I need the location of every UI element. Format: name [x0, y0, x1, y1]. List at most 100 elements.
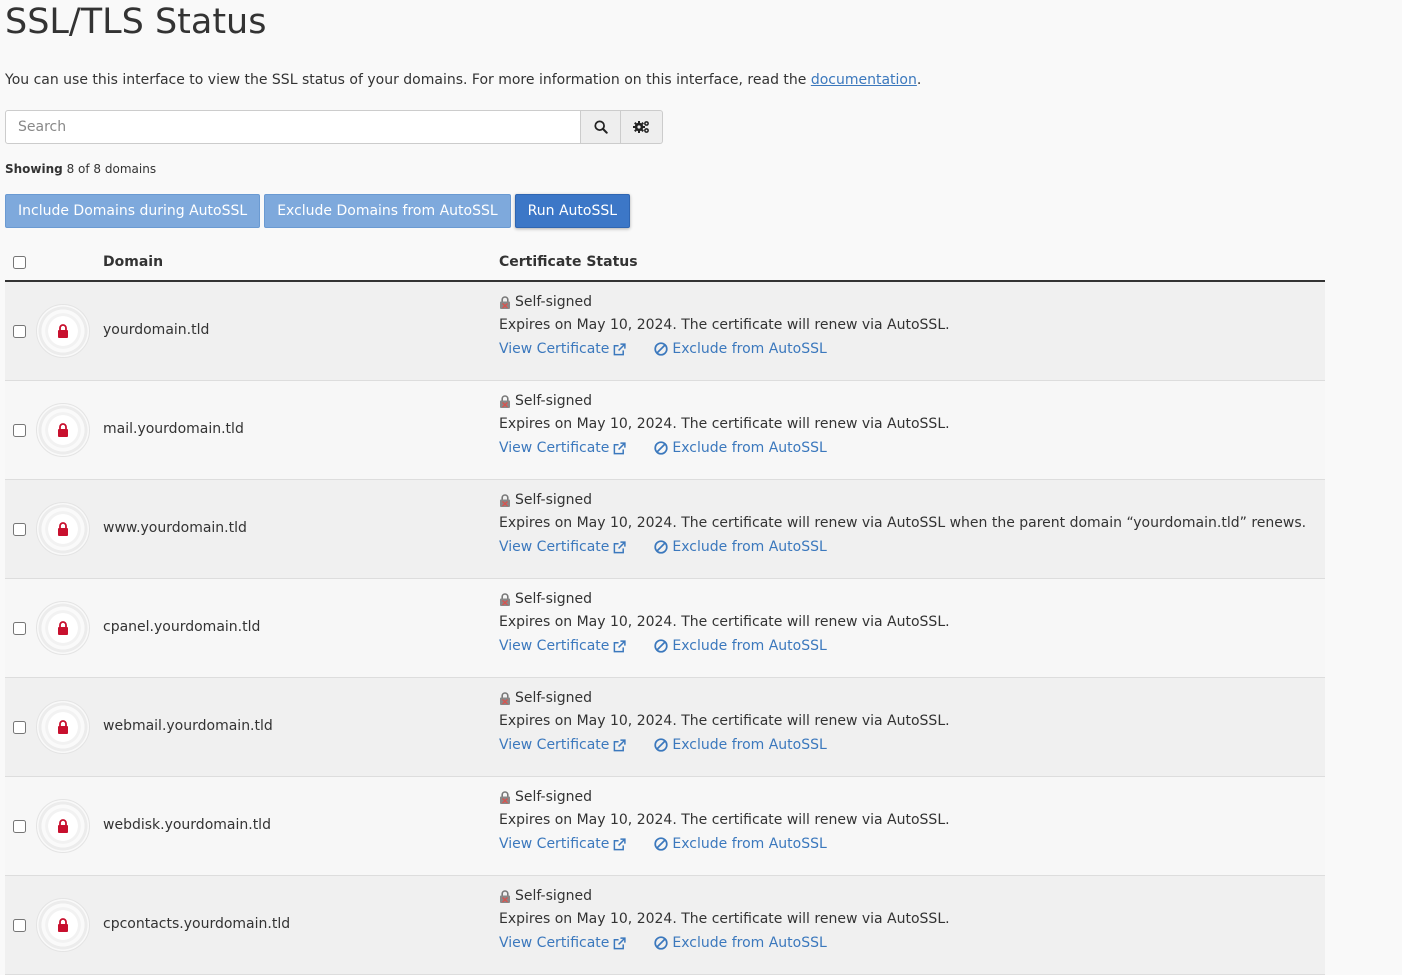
table-row: webdisk.yourdomain.tld Self-signed Expires… — [5, 777, 1325, 876]
certificate-status: Self-signed Expires on May 10, 2024. The … — [499, 294, 950, 357]
exclude-from-autossl-link[interactable]: Exclude from AutoSSL — [654, 539, 827, 555]
domain-column-header[interactable]: Domain — [103, 254, 163, 270]
row-checkbox[interactable] — [13, 523, 26, 536]
row-checkbox[interactable] — [13, 424, 26, 437]
domain-name: yourdomain.tld — [103, 322, 210, 338]
certificate-status: Self-signed Expires on May 10, 2024. The … — [499, 789, 950, 852]
view-certificate-link[interactable]: View Certificate — [499, 539, 627, 555]
documentation-link[interactable]: documentation — [811, 72, 917, 88]
intro-text: You can use this interface to view the S… — [5, 72, 921, 88]
result-count: Showing 8 of 8 domains — [5, 162, 156, 176]
certificate-type: Self-signed — [515, 591, 593, 607]
showing-count: 8 of 8 domains — [66, 162, 157, 176]
search-bar — [5, 110, 663, 144]
settings-button[interactable] — [621, 110, 663, 144]
ban-icon — [654, 639, 669, 653]
view-certificate-link[interactable]: View Certificate — [499, 836, 627, 852]
expiry-text: Expires on May 10, 2024. The certificate… — [499, 317, 950, 333]
view-certificate-link[interactable]: View Certificate — [499, 737, 627, 753]
exclude-from-autossl-link[interactable]: Exclude from AutoSSL — [654, 737, 827, 753]
external-link-icon — [613, 540, 627, 554]
exclude-label: Exclude from AutoSSL — [672, 539, 827, 555]
table-body: yourdomain.tld Self-signed Expires on May … — [5, 282, 1325, 975]
certificate-type: Self-signed — [515, 888, 593, 904]
external-link-icon — [613, 837, 627, 851]
view-certificate-label: View Certificate — [499, 935, 610, 951]
view-certificate-link[interactable]: View Certificate — [499, 935, 627, 951]
ban-icon — [654, 936, 669, 950]
ban-icon — [654, 837, 669, 851]
exclude-from-autossl-link[interactable]: Exclude from AutoSSL — [654, 440, 827, 456]
exclude-label: Exclude from AutoSSL — [672, 836, 827, 852]
expiry-text: Expires on May 10, 2024. The certificate… — [499, 911, 950, 927]
include-domains-button[interactable]: Include Domains during AutoSSL — [5, 194, 261, 228]
autossl-actions: Include Domains during AutoSSL Exclude D… — [5, 194, 631, 228]
status-column-header[interactable]: Certificate Status — [499, 254, 638, 270]
select-all-checkbox[interactable] — [13, 256, 26, 269]
view-certificate-link[interactable]: View Certificate — [499, 440, 627, 456]
lock-icon — [36, 502, 90, 556]
external-link-icon — [613, 639, 627, 653]
exclude-label: Exclude from AutoSSL — [672, 440, 827, 456]
lock-icon — [36, 799, 90, 853]
search-input[interactable] — [5, 110, 581, 144]
lock-icon — [36, 898, 90, 952]
self-signed-lock-icon — [499, 295, 511, 309]
table-row: cpanel.yourdomain.tld Self-signed Expires … — [5, 579, 1325, 678]
page-title: SSL/TLS Status — [5, 2, 267, 42]
view-certificate-link[interactable]: View Certificate — [499, 638, 627, 654]
row-checkbox[interactable] — [13, 820, 26, 833]
expiry-text: Expires on May 10, 2024. The certificate… — [499, 713, 950, 729]
view-certificate-label: View Certificate — [499, 539, 610, 555]
exclude-label: Exclude from AutoSSL — [672, 638, 827, 654]
ban-icon — [654, 441, 669, 455]
certificate-type: Self-signed — [515, 294, 593, 310]
certificate-status: Self-signed Expires on May 10, 2024. The … — [499, 492, 1306, 555]
table-row: cpcontacts.yourdomain.tld Self-signed Expi… — [5, 876, 1325, 975]
certificate-type: Self-signed — [515, 789, 593, 805]
self-signed-lock-icon — [499, 790, 511, 804]
intro-period: . — [916, 72, 922, 88]
view-certificate-label: View Certificate — [499, 341, 610, 357]
certificate-type: Self-signed — [515, 690, 593, 706]
domain-name: webdisk.yourdomain.tld — [103, 817, 271, 833]
exclude-domains-button[interactable]: Exclude Domains from AutoSSL — [264, 194, 511, 228]
row-checkbox[interactable] — [13, 622, 26, 635]
expiry-text: Expires on May 10, 2024. The certificate… — [499, 812, 950, 828]
gears-icon — [632, 121, 649, 133]
expiry-text: Expires on May 10, 2024. The certificate… — [499, 416, 950, 432]
lock-icon — [36, 601, 90, 655]
lock-icon — [36, 700, 90, 754]
ban-icon — [654, 738, 669, 752]
view-certificate-link[interactable]: View Certificate — [499, 341, 627, 357]
expiry-text: Expires on May 10, 2024. The certificate… — [499, 614, 950, 630]
intro-description: You can use this interface to view the S… — [5, 72, 811, 88]
domain-name: mail.yourdomain.tld — [103, 421, 244, 437]
self-signed-lock-icon — [499, 592, 511, 606]
table-row: www.yourdomain.tld Self-signed Expires on … — [5, 480, 1325, 579]
exclude-label: Exclude from AutoSSL — [672, 935, 827, 951]
run-autossl-button[interactable]: Run AutoSSL — [514, 194, 631, 228]
exclude-from-autossl-link[interactable]: Exclude from AutoSSL — [654, 638, 827, 654]
lock-icon — [36, 304, 90, 358]
external-link-icon — [613, 936, 627, 950]
search-button[interactable] — [581, 110, 621, 144]
row-checkbox[interactable] — [13, 325, 26, 338]
exclude-label: Exclude from AutoSSL — [672, 737, 827, 753]
expiry-text: Expires on May 10, 2024. The certificate… — [499, 515, 1307, 531]
certificate-status: Self-signed Expires on May 10, 2024. The … — [499, 591, 950, 654]
row-checkbox[interactable] — [13, 721, 26, 734]
certificate-status: Self-signed Expires on May 10, 2024. The … — [499, 888, 950, 951]
table-row: webmail.yourdomain.tld Self-signed Expires… — [5, 678, 1325, 777]
exclude-from-autossl-link[interactable]: Exclude from AutoSSL — [654, 836, 827, 852]
view-certificate-label: View Certificate — [499, 440, 610, 456]
external-link-icon — [613, 342, 627, 356]
exclude-from-autossl-link[interactable]: Exclude from AutoSSL — [654, 341, 827, 357]
exclude-from-autossl-link[interactable]: Exclude from AutoSSL — [654, 935, 827, 951]
domain-name: www.yourdomain.tld — [103, 520, 247, 536]
row-checkbox[interactable] — [13, 919, 26, 932]
exclude-label: Exclude from AutoSSL — [672, 341, 827, 357]
ban-icon — [654, 342, 669, 356]
certificate-status: Self-signed Expires on May 10, 2024. The … — [499, 393, 950, 456]
external-link-icon — [613, 441, 627, 455]
